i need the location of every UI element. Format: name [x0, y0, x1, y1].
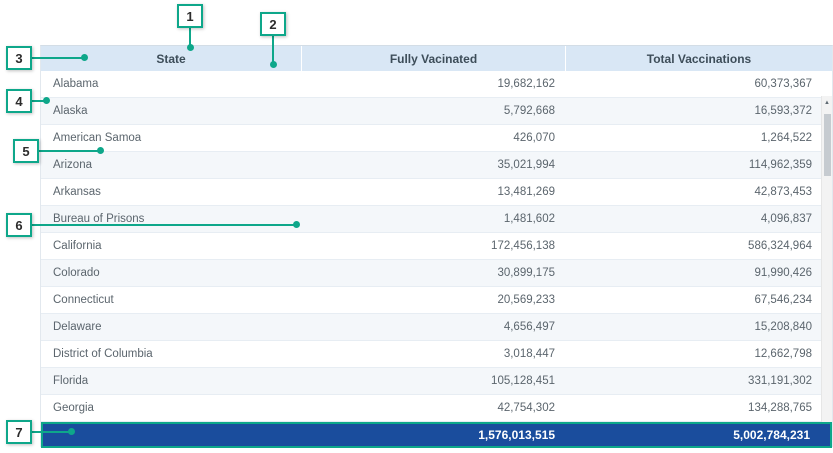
total-vaccinations-cell: 67,546,234 [565, 287, 832, 313]
fully-vaccinated-cell: 5,792,668 [301, 98, 565, 124]
fully-vaccinated-cell: 35,021,994 [301, 152, 565, 178]
callout-6: 6 [6, 213, 32, 237]
vertical-scrollbar[interactable]: ▲ ▼ [821, 96, 832, 422]
fully-vaccinated-cell: 30,899,175 [301, 260, 565, 286]
total-vaccinations-cell: 91,990,426 [565, 260, 832, 286]
total-vaccinations-cell: 134,288,765 [565, 395, 832, 421]
total-vaccinations-cell: 331,191,302 [565, 368, 832, 394]
state-cell: California [41, 233, 301, 259]
callout-5: 5 [13, 139, 39, 163]
state-cell: Bureau of Prisons [41, 206, 301, 232]
scroll-up-icon[interactable]: ▲ [822, 96, 832, 109]
table-header-row: State Fully Vacinated Total Vaccinations [41, 46, 832, 71]
table-row[interactable]: Bureau of Prisons 1,481,602 4,096,837 [41, 206, 832, 233]
total-vaccinations-cell: 42,873,453 [565, 179, 832, 205]
fully-vaccinated-cell: 3,018,447 [301, 341, 565, 367]
callout-4-dot [43, 97, 50, 104]
callout-1-dot [187, 44, 194, 51]
table-row[interactable]: Alabama 19,682,162 60,373,367 [41, 71, 832, 98]
state-cell: Alabama [41, 71, 301, 97]
total-vaccinations-cell: 1,264,522 [565, 125, 832, 151]
total-vaccinations-cell: 60,373,367 [565, 71, 832, 97]
callout-7-dot [68, 428, 75, 435]
callout-5-dot [97, 147, 104, 154]
state-cell: Arkansas [41, 179, 301, 205]
state-cell: Colorado [41, 260, 301, 286]
fully-vaccinated-cell: 426,070 [301, 125, 565, 151]
total-vaccinations-cell: 114,962,359 [565, 152, 832, 178]
scrollbar-thumb[interactable] [824, 114, 831, 176]
totals-state-cell [43, 424, 301, 446]
fully-vaccinated-cell: 19,682,162 [301, 71, 565, 97]
data-table: State Fully Vacinated Total Vaccinations… [40, 45, 833, 447]
table-body: Alabama 19,682,162 60,373,367 Alaska 5,7… [41, 71, 832, 422]
fully-vaccinated-cell: 13,481,269 [301, 179, 565, 205]
totals-row: 1,576,013,515 5,002,784,231 [41, 422, 832, 448]
table-row[interactable]: Georgia 42,754,302 134,288,765 [41, 395, 832, 422]
fully-vaccinated-cell: 1,481,602 [301, 206, 565, 232]
callout-2-dot [270, 61, 277, 68]
fully-vaccinated-cell: 4,656,497 [301, 314, 565, 340]
total-vaccinations-cell: 586,324,964 [565, 233, 832, 259]
fully-vaccinated-cell: 105,128,451 [301, 368, 565, 394]
callout-7-line [32, 431, 70, 433]
column-header-total-vaccinations[interactable]: Total Vaccinations [565, 46, 832, 71]
state-cell: Delaware [41, 314, 301, 340]
callout-3-dot [81, 54, 88, 61]
table-row[interactable]: Florida 105,128,451 331,191,302 [41, 368, 832, 395]
total-vaccinations-cell: 15,208,840 [565, 314, 832, 340]
state-cell: District of Columbia [41, 341, 301, 367]
state-cell: Florida [41, 368, 301, 394]
total-vaccinations-cell: 16,593,372 [565, 98, 832, 124]
total-vaccinations-cell: 4,096,837 [565, 206, 832, 232]
table-row[interactable]: California 172,456,138 586,324,964 [41, 233, 832, 260]
table-row[interactable]: American Samoa 426,070 1,264,522 [41, 125, 832, 152]
fully-vaccinated-cell: 172,456,138 [301, 233, 565, 259]
totals-total-vaccinations-cell: 5,002,784,231 [565, 424, 830, 446]
callout-1-line [189, 28, 191, 45]
state-cell: Arizona [41, 152, 301, 178]
fully-vaccinated-cell: 20,569,233 [301, 287, 565, 313]
table-row[interactable]: Delaware 4,656,497 15,208,840 [41, 314, 832, 341]
fully-vaccinated-cell: 42,754,302 [301, 395, 565, 421]
callout-1: 1 [177, 4, 203, 28]
state-cell: Connecticut [41, 287, 301, 313]
column-header-fully-vaccinated[interactable]: Fully Vacinated [301, 46, 565, 71]
totals-fully-vaccinated-cell: 1,576,013,515 [301, 424, 565, 446]
callout-3-line [32, 57, 82, 59]
table-row[interactable]: Arkansas 13,481,269 42,873,453 [41, 179, 832, 206]
state-cell: American Samoa [41, 125, 301, 151]
annotated-table-screenshot: State Fully Vacinated Total Vaccinations… [0, 0, 833, 453]
table-row[interactable]: District of Columbia 3,018,447 12,662,79… [41, 341, 832, 368]
callout-6-line [32, 224, 295, 226]
table-row[interactable]: Connecticut 20,569,233 67,546,234 [41, 287, 832, 314]
callout-5-line [39, 150, 99, 152]
callout-2: 2 [260, 12, 286, 36]
state-cell: Georgia [41, 395, 301, 421]
callout-7: 7 [6, 420, 32, 444]
table-row[interactable]: Colorado 30,899,175 91,990,426 [41, 260, 832, 287]
callout-4: 4 [6, 89, 32, 113]
table-row[interactable]: Alaska 5,792,668 16,593,372 [41, 98, 832, 125]
callout-6-dot [293, 221, 300, 228]
table-row[interactable]: Arizona 35,021,994 114,962,359 [41, 152, 832, 179]
callout-3: 3 [6, 46, 32, 70]
state-cell: Alaska [41, 98, 301, 124]
callout-2-line [272, 36, 274, 62]
total-vaccinations-cell: 12,662,798 [565, 341, 832, 367]
